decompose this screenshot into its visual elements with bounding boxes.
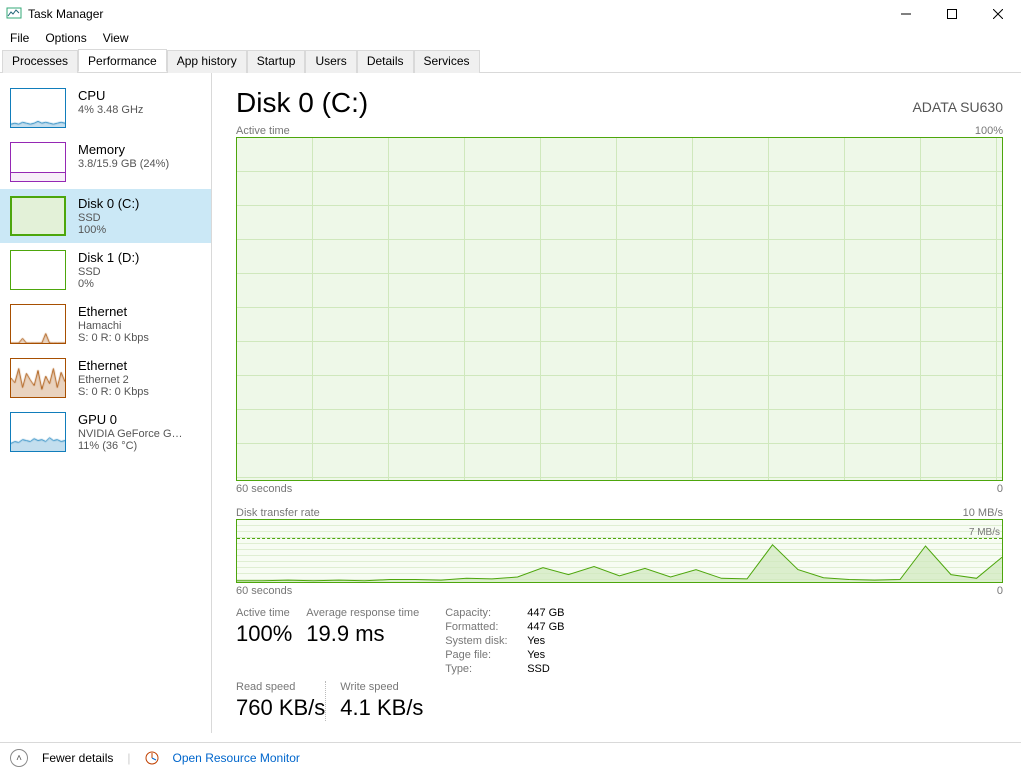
sidebar-item-cpu[interactable]: CPU 4% 3.48 GHz [0,81,211,135]
tab-startup[interactable]: Startup [247,50,306,73]
page-title: Disk 0 (C:) [236,87,368,119]
disk-model: ADATA SU630 [912,99,1003,115]
ethernet-thumb-icon [10,358,66,398]
open-resource-monitor-link[interactable]: Open Resource Monitor [173,751,300,765]
sidebar-item-memory[interactable]: Memory 3.8/15.9 GB (24%) [0,135,211,189]
menu-view[interactable]: View [95,29,137,47]
active-time-chart [236,137,1003,481]
minimize-button[interactable] [883,0,929,28]
sidebar-item-gpu0[interactable]: GPU 0 NVIDIA GeForce G… 11% (36 °C) [0,405,211,459]
content: Disk 0 (C:) ADATA SU630 Active time 100%… [212,73,1021,733]
menubar: File Options View [0,28,1021,49]
sidebar-item-label: Disk 0 (C:) [78,196,139,211]
sidebar-item-label: Disk 1 (D:) [78,250,139,265]
sidebar-item-ethernet-hamachi[interactable]: Ethernet Hamachi S: 0 R: 0 Kbps [0,297,211,351]
disk-thumb-icon [10,196,66,236]
tab-details[interactable]: Details [357,50,414,73]
main: CPU 4% 3.48 GHz Memory 3.8/15.9 GB (24%)… [0,73,1021,733]
footer: ˄ Fewer details | Open Resource Monitor [0,742,1021,773]
tabs: Processes Performance App history Startu… [0,49,1021,73]
tab-processes[interactable]: Processes [2,50,78,73]
tab-services[interactable]: Services [414,50,480,73]
maximize-button[interactable] [929,0,975,28]
active-time-value: 100% [236,621,292,647]
resource-monitor-icon [145,751,159,765]
write-speed-value: 4.1 KB/s [340,695,423,721]
ethernet-thumb-icon [10,304,66,344]
top-chart-max: 100% [975,125,1003,137]
bottom-chart-max: 10 MB/s [963,507,1003,519]
sidebar-item-disk1[interactable]: Disk 1 (D:) SSD 0% [0,243,211,297]
avg-response-value: 19.9 ms [306,621,419,647]
fewer-details-link[interactable]: Fewer details [42,751,113,765]
window-title: Task Manager [28,7,103,21]
top-chart-label: Active time [236,125,290,137]
menu-options[interactable]: Options [37,29,94,47]
sidebar-item-disk0[interactable]: Disk 0 (C:) SSD 100% [0,189,211,243]
chevron-up-icon[interactable]: ˄ [10,749,28,767]
close-button[interactable] [975,0,1021,28]
sidebar: CPU 4% 3.48 GHz Memory 3.8/15.9 GB (24%)… [0,73,212,733]
gpu-thumb-icon [10,412,66,452]
tab-app-history[interactable]: App history [167,50,247,73]
disk-thumb-icon [10,250,66,290]
sidebar-item-label: Ethernet [78,358,149,373]
tab-performance[interactable]: Performance [78,49,167,72]
titlebar: Task Manager [0,0,1021,28]
menu-file[interactable]: File [2,29,37,47]
sidebar-item-label: Memory [78,142,169,157]
sidebar-item-ethernet-2[interactable]: Ethernet Ethernet 2 S: 0 R: 0 Kbps [0,351,211,405]
sidebar-item-label: CPU [78,88,143,103]
app-icon [6,5,22,24]
bottom-chart-label: Disk transfer rate [236,507,320,519]
sidebar-item-label: Ethernet [78,304,149,319]
tab-users[interactable]: Users [305,50,356,73]
transfer-rate-chart: 7 MB/s [236,519,1003,583]
cpu-thumb-icon [10,88,66,128]
memory-thumb-icon [10,142,66,182]
sidebar-item-label: GPU 0 [78,412,183,427]
read-speed-value: 760 KB/s [236,695,325,721]
